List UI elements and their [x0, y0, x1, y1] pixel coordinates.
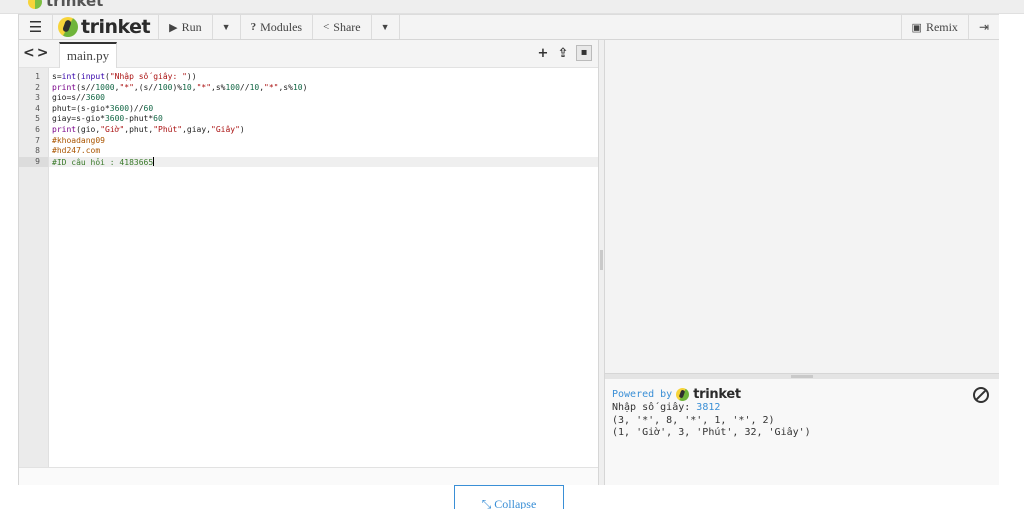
- site-logo-icon: [28, 0, 42, 9]
- line-number-gutter: 123456789: [19, 68, 49, 467]
- console-prompt: Nhập số giây:: [612, 402, 697, 413]
- code-line[interactable]: s=int(input("Nhập số giây: ")): [49, 72, 598, 83]
- question-icon: ?: [250, 21, 257, 33]
- line-number: 8: [35, 146, 40, 156]
- share-button[interactable]: < Share: [313, 15, 372, 39]
- line-number: 1: [35, 72, 40, 81]
- collapse-button[interactable]: ⤡ Collapse: [454, 485, 564, 509]
- console-line: Nhập số giây: 3812: [612, 402, 999, 415]
- line-number: 7: [35, 135, 40, 145]
- line-number: 4: [35, 103, 40, 113]
- menubar: ☰ trinket ▶ Run ▼ ? Modules < Share ▼ ▣ …: [19, 14, 999, 40]
- console-line: (3, '*', 8, '*', 1, '*', 2): [612, 414, 775, 426]
- image-library-icon[interactable]: ▪: [576, 45, 592, 61]
- collapse-icon: ⤡: [481, 497, 492, 509]
- menubar-spacer: [400, 15, 901, 39]
- play-icon: ▶: [169, 21, 178, 34]
- console-line: (1, 'Giờ', 3, 'Phút', 32, 'Giây'): [612, 427, 811, 438]
- remix-button[interactable]: ▣ Remix: [900, 15, 968, 39]
- collapse-label: Collapse: [494, 497, 537, 509]
- code-line[interactable]: #ID câu hỏi : 4183665: [49, 156, 598, 168]
- share-options-dropdown[interactable]: ▼: [372, 15, 400, 39]
- caret-down-icon: ▼: [221, 22, 231, 32]
- file-tab-main[interactable]: main.py: [59, 42, 117, 69]
- code-area[interactable]: s=int(input("Nhập số giây: ")) print(s//1…: [49, 68, 598, 467]
- page-header-strip: trinket: [0, 0, 1024, 14]
- code-line[interactable]: print(gio,"Giờ",phut,"Phút",giay,"Giây"): [49, 125, 598, 136]
- trinket-embed: ☰ trinket ▶ Run ▼ ? Modules < Share ▼ ▣ …: [18, 14, 999, 485]
- share-label: Share: [333, 19, 361, 34]
- upload-icon[interactable]: ⇪: [556, 46, 570, 61]
- graphics-canvas: [605, 40, 999, 374]
- hsplit-grip[interactable]: [791, 375, 813, 378]
- caret-down-icon: ▼: [380, 22, 390, 32]
- run-label: Run: [181, 19, 202, 34]
- console-output[interactable]: Powered by trinket Nhập số giây: 3812 (3…: [605, 379, 999, 485]
- code-line[interactable]: #hd247.com: [49, 146, 598, 157]
- site-logo-text: trinket: [46, 0, 104, 10]
- line-number: 5: [35, 114, 40, 124]
- save-icon: ▣: [911, 21, 922, 34]
- file-tools: + ⇪ ▪: [536, 45, 592, 61]
- modules-label: Modules: [260, 19, 303, 34]
- powered-by-label: Powered by: [612, 389, 673, 400]
- powered-brand: trinket: [693, 387, 741, 402]
- login-button[interactable]: ⇥: [967, 15, 999, 39]
- hamburger-icon: ☰: [28, 19, 43, 36]
- modules-button[interactable]: ? Modules: [241, 15, 314, 39]
- trinket-logo-icon: [58, 17, 78, 37]
- powered-by: Powered by trinket: [612, 387, 999, 402]
- code-line[interactable]: phut=(s-gio*3600)//60: [49, 104, 598, 115]
- line-number: 3: [35, 93, 40, 103]
- editor-footer: [19, 467, 598, 485]
- console-input-value: 3812: [696, 402, 721, 413]
- splitter-grip[interactable]: [600, 250, 603, 270]
- trinket-logo-text: trinket: [81, 16, 151, 38]
- line-number: 6: [35, 124, 40, 134]
- file-tabbar: <> main.py + ⇪ ▪: [19, 40, 598, 69]
- run-button[interactable]: ▶ Run: [159, 15, 213, 39]
- toggle-files-icon[interactable]: <>: [23, 45, 50, 61]
- code-line[interactable]: giay=s-gio*3600-phut*60: [49, 114, 598, 125]
- output-pane: Powered by trinket Nhập số giây: 3812 (3…: [605, 40, 999, 485]
- share-icon: <: [323, 21, 330, 33]
- code-line[interactable]: gio=s//3600: [49, 93, 598, 104]
- run-options-dropdown[interactable]: ▼: [213, 15, 241, 39]
- line-number: 2: [35, 82, 40, 92]
- code-editor-pane: <> main.py + ⇪ ▪ 123456789 s=int(input("…: [19, 40, 599, 485]
- sign-in-icon: ⇥: [978, 19, 989, 34]
- remix-label: Remix: [925, 19, 958, 34]
- code-line[interactable]: print(s//1000,"*",(s//100)%10,"*",s%100/…: [49, 83, 598, 94]
- site-logo: trinket: [28, 0, 103, 10]
- menu-button[interactable]: ☰: [19, 15, 53, 39]
- code-line[interactable]: #khoadang09: [49, 136, 598, 147]
- line-number: 9: [19, 156, 48, 168]
- trinket-logo[interactable]: trinket: [53, 15, 160, 39]
- add-file-icon[interactable]: +: [536, 46, 550, 61]
- clear-output-icon[interactable]: [973, 387, 989, 403]
- powered-trinket-icon: [676, 388, 690, 401]
